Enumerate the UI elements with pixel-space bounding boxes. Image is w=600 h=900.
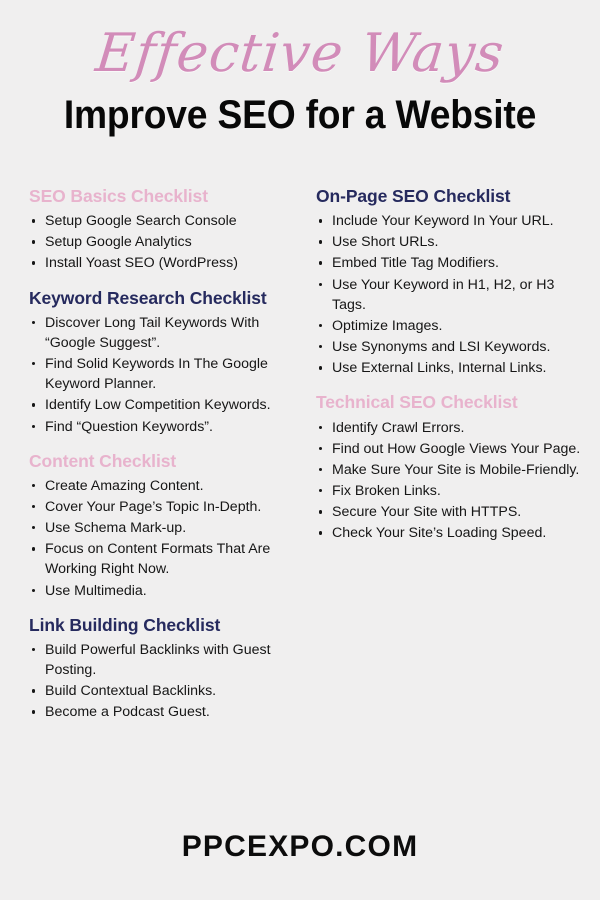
section-title: Keyword Research Checklist — [29, 287, 267, 308]
checklist-list: Create Amazing Content. Cover Your Page’s… — [29, 476, 304, 601]
left-column: SEO Basics Checklist Setup Google Search … — [0, 186, 312, 723]
list-item: Focus on Content Formats That Are Workin… — [29, 539, 304, 579]
checklist-section: SEO Basics Checklist Setup Google Search … — [29, 186, 304, 274]
checklist-section: Keyword Research Checklist Discover Long … — [29, 288, 304, 437]
checklist-list: Discover Long Tail Keywords With “Google… — [29, 313, 304, 437]
checklist-list: Include Your Keyword In Your URL. Use Sho… — [316, 211, 584, 378]
list-item: Find out How Google Views Your Page. — [316, 439, 584, 459]
list-item: Become a Podcast Guest. — [29, 702, 304, 722]
list-item: Use External Links, Internal Links. — [316, 358, 584, 378]
poster-footer: PPCEXPO.COM — [0, 830, 600, 864]
list-item: Setup Google Analytics — [29, 232, 304, 252]
list-item: Include Your Keyword In Your URL. — [316, 211, 584, 231]
brand-name: PPCEXPO.COM — [181, 830, 419, 863]
checklist-columns: SEO Basics Checklist Setup Google Search … — [0, 186, 600, 723]
infographic-poster: Effective Ways Improve SEO for a Website… — [0, 0, 600, 900]
list-item: Setup Google Search Console — [29, 211, 304, 231]
section-title: On-Page SEO Checklist — [316, 186, 511, 206]
list-item: Find “Question Keywords”. — [29, 417, 304, 437]
poster-header: Effective Ways Improve SEO for a Website — [0, 0, 600, 136]
checklist-section: Content Checklist Create Amazing Content.… — [29, 451, 304, 601]
checklist-section: On-Page SEO Checklist Include Your Keywor… — [316, 186, 584, 378]
list-item: Use Synonyms and LSI Keywords. — [316, 337, 584, 357]
list-item: Discover Long Tail Keywords With “Google… — [29, 313, 304, 353]
list-item: Build Powerful Backlinks with Guest Post… — [29, 640, 304, 680]
checklist-section: Technical SEO Checklist Identify Crawl Er… — [316, 392, 584, 543]
checklist-list: Build Powerful Backlinks with Guest Post… — [29, 640, 304, 723]
section-title: Link Building Checklist — [29, 614, 221, 635]
list-item: Create Amazing Content. — [29, 476, 304, 496]
list-item: Build Contextual Backlinks. — [29, 681, 304, 701]
list-item: Use Multimedia. — [29, 581, 304, 601]
list-item: Cover Your Page’s Topic In-Depth. — [29, 497, 304, 517]
list-item: Use Schema Mark-up. — [29, 518, 304, 538]
checklist-list: Setup Google Search Console Setup Google … — [29, 211, 304, 273]
list-item: Use Your Keyword in H1, H2, or H3 Tags. — [316, 275, 584, 315]
list-item: Find Solid Keywords In The Google Keywor… — [29, 354, 304, 394]
list-item: Identify Low Competition Keywords. — [29, 395, 304, 415]
list-item: Identify Crawl Errors. — [316, 418, 584, 438]
list-item: Fix Broken Links. — [316, 481, 584, 501]
script-title: Effective Ways — [92, 23, 508, 84]
list-item: Secure Your Site with HTTPS. — [316, 502, 584, 522]
section-title: Technical SEO Checklist — [316, 392, 518, 413]
right-column: On-Page SEO Checklist Include Your Keywor… — [312, 186, 600, 544]
section-title: Content Checklist — [29, 450, 177, 471]
checklist-section: Link Building Checklist Build Powerful Ba… — [29, 615, 304, 723]
list-item: Check Your Site’s Loading Speed. — [316, 523, 584, 543]
list-item: Install Yoast SEO (WordPress) — [29, 253, 304, 273]
section-title: SEO Basics Checklist — [29, 186, 208, 206]
list-item: Use Short URLs. — [316, 232, 584, 252]
list-item: Embed Title Tag Modifiers. — [316, 253, 584, 273]
list-item: Optimize Images. — [316, 316, 584, 336]
page-title: Improve SEO for a Website — [63, 92, 537, 137]
checklist-list: Identify Crawl Errors. Find out How Googl… — [316, 418, 584, 544]
list-item: Make Sure Your Site is Mobile-Friendly. — [316, 460, 584, 480]
